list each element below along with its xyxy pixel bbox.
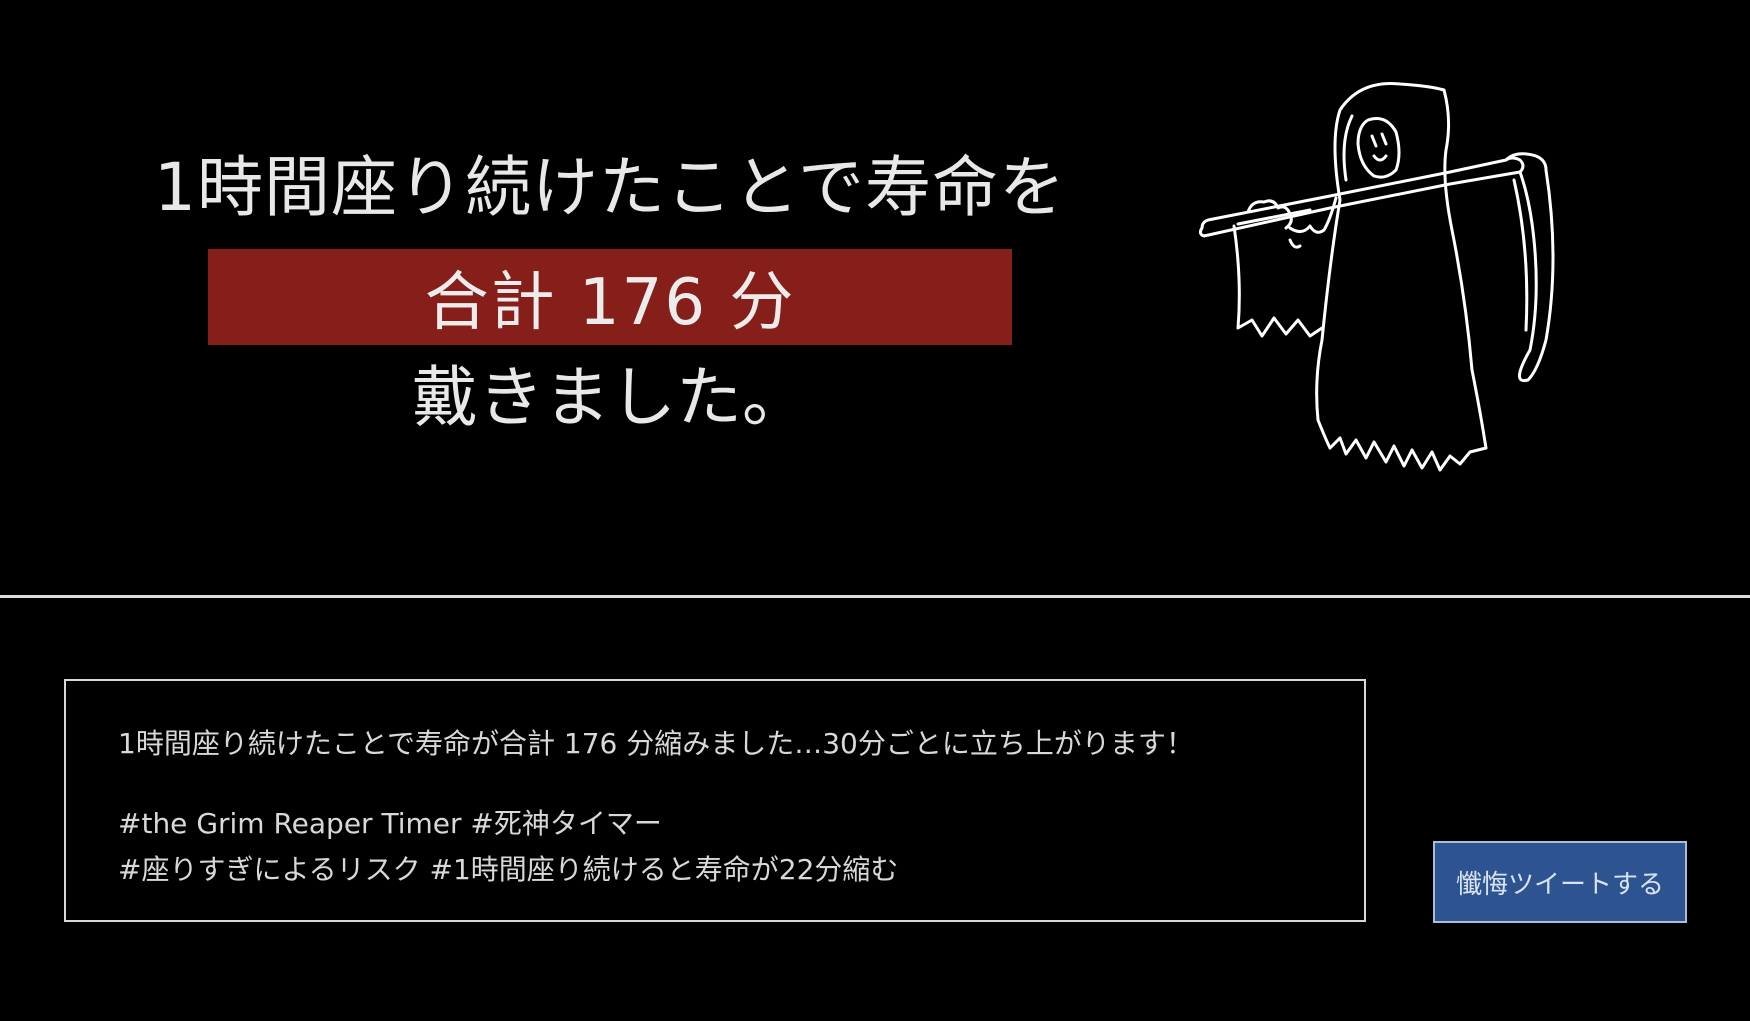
headline-line3: 戴きました。 [412,359,808,436]
confess-tweet-button[interactable]: 懺悔ツイートする [1433,841,1687,923]
lifespan-highlight: 合計 176 分 [208,249,1012,345]
tweet-hashtags-2: #座りすぎによるリスク #1時間座り続けると寿命が22分縮む [118,853,899,886]
page: 1時間座り続けたことで寿命を 合計 176 分 戴きました。 1時間座り続けたこ… [0,0,1750,1021]
grim-reaper-icon [1198,82,1555,472]
lifespan-total: 合計 176 分 [424,266,796,340]
tweet-spacer [118,767,1364,801]
tweet-hashtags-1: #the Grim Reaper Timer #死神タイマー [118,807,662,840]
tweet-preview: 1時間座り続けたことで寿命が合計 176 分縮みました…30分ごとに立ち上がりま… [64,679,1366,922]
tweet-message: 1時間座り続けたことで寿命が合計 176 分縮みました…30分ごとに立ち上がりま… [118,727,1194,760]
headline: 1時間座り続けたことで寿命を [60,140,1160,236]
section-divider [0,595,1750,598]
headline-line1: 1時間座り続けたことで寿命を [153,149,1066,226]
